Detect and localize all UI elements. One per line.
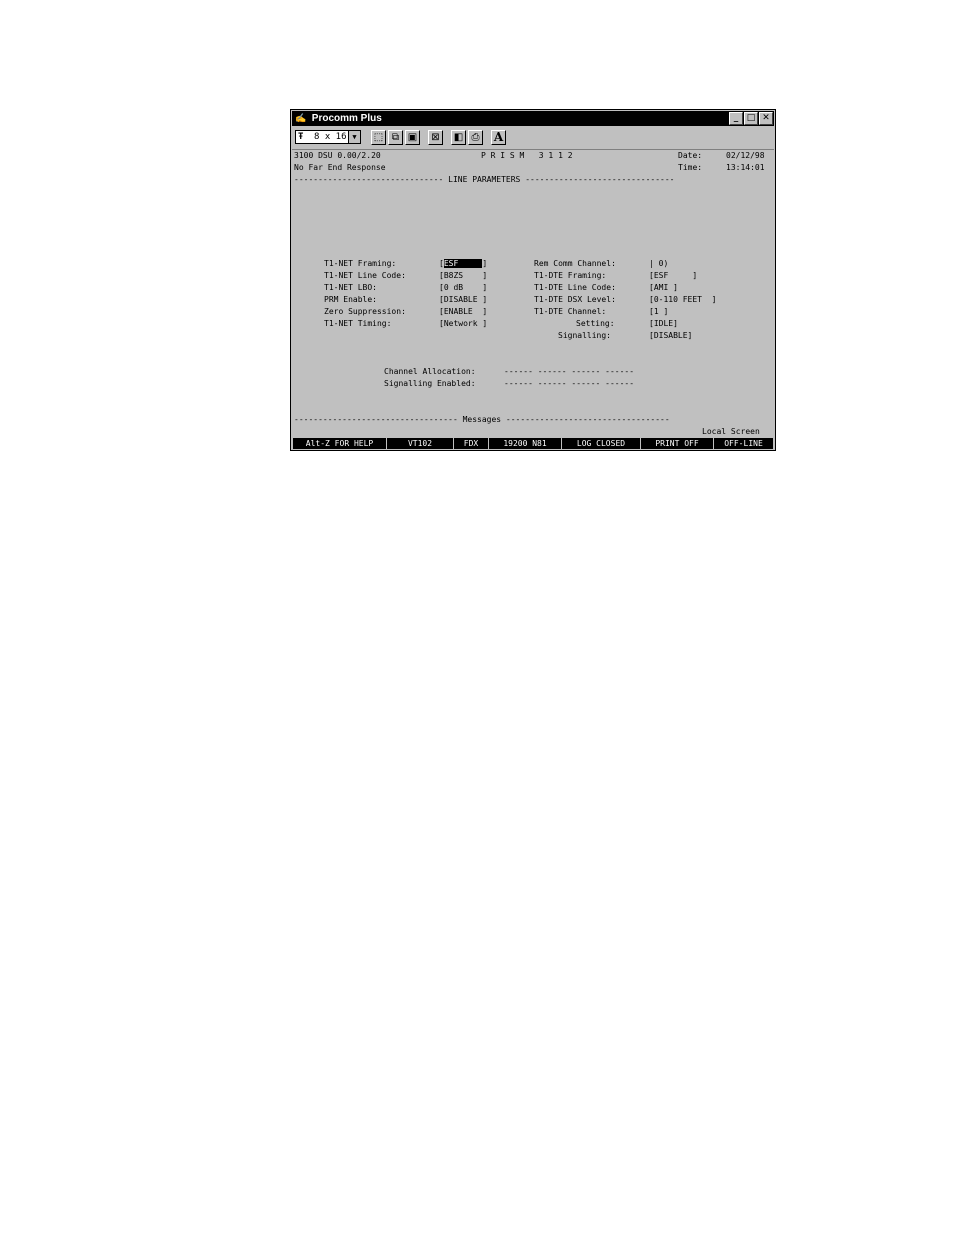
- camera-icon: ◧: [453, 132, 464, 143]
- t1-net-lbo-label: T1-NET LBO:: [324, 283, 377, 292]
- font-letter-icon: A: [493, 130, 504, 144]
- time-value: 13:14:01: [726, 163, 765, 172]
- screen-capture-button[interactable]: ◧: [451, 130, 466, 145]
- header-product: P R I S M 3 1 1 2: [481, 151, 573, 160]
- status-online[interactable]: OFF-LINE: [714, 438, 773, 449]
- select-area-button[interactable]: ⬚: [371, 130, 386, 145]
- signalling-enabled-value[interactable]: ------ ------ ------ ------: [504, 379, 634, 389]
- prm-enable-label: PRM Enable:: [324, 295, 377, 304]
- setting-field[interactable]: [IDLE]: [649, 319, 678, 329]
- t1-dte-framing-field[interactable]: [ESF ]: [649, 271, 697, 281]
- procomm-app-icon[interactable]: ✍: [295, 111, 307, 126]
- t1-dte-framing-label: T1-DTE Framing:: [534, 271, 607, 280]
- t1-net-framing-label: T1-NET Framing:: [324, 259, 397, 268]
- title-bar[interactable]: ✍ Procomm Plus _ □ ✕: [292, 111, 774, 126]
- printer-icon: ⎙: [471, 132, 480, 143]
- t1-net-line-code-field[interactable]: [B8ZS ]: [439, 271, 487, 281]
- header-model: 3100 DSU 0.00/2.20: [294, 151, 381, 160]
- date-label: Date:: [678, 151, 703, 160]
- print-button[interactable]: ⎙: [468, 130, 483, 145]
- t1-dte-dsx-level-field[interactable]: [0-110 FEET ]: [649, 295, 716, 305]
- rem-comm-channel-field[interactable]: | 0): [649, 259, 668, 269]
- t1-dte-channel-label: T1-DTE Channel:: [534, 307, 607, 316]
- chevron-down-icon[interactable]: ▼: [348, 131, 360, 143]
- status-baud[interactable]: 19200 N81: [489, 438, 562, 449]
- channel-allocation-value[interactable]: ------ ------ ------ ------: [504, 367, 634, 377]
- paste-button[interactable]: ▣: [405, 130, 420, 145]
- setting-label: Setting:: [576, 319, 615, 328]
- t1-net-line-code-label: T1-NET Line Code:: [324, 271, 406, 280]
- zero-suppression-label: Zero Suppression:: [324, 307, 406, 316]
- fit-screen-icon: ⊠: [431, 132, 440, 143]
- status-emulation[interactable]: VT102: [387, 438, 454, 449]
- procomm-window: ✍ Procomm Plus _ □ ✕ Ŧ 8 x 16 ▼ ⬚ ⧉ ▣ ⊠ …: [290, 109, 776, 451]
- prm-enable-field[interactable]: [DISABLE ]: [439, 295, 487, 305]
- t1-dte-channel-field[interactable]: [1 ]: [649, 307, 668, 317]
- time-label: Time:: [678, 163, 703, 172]
- date-value: 02/12/98: [726, 151, 765, 160]
- paste-icon: ▣: [407, 132, 418, 143]
- status-bar: Alt-Z FOR HELP VT102 FDX 19200 N81 LOG C…: [293, 438, 773, 449]
- status-log[interactable]: LOG CLOSED: [562, 438, 641, 449]
- t1-dte-line-code-label: T1-DTE Line Code:: [534, 283, 616, 292]
- t1-net-lbo-field[interactable]: [0 dB ]: [439, 283, 487, 293]
- t1-dte-line-code-field[interactable]: [AMI ]: [649, 283, 678, 293]
- marquee-icon: ⬚: [373, 132, 384, 143]
- font-size-value: 8 x 16: [314, 132, 347, 142]
- status-print[interactable]: PRINT OFF: [641, 438, 714, 449]
- t1-net-framing-field[interactable]: [ESF ]: [439, 259, 487, 269]
- header-status: No Far End Response: [294, 163, 386, 172]
- close-button[interactable]: ✕: [759, 112, 773, 125]
- zero-suppression-field[interactable]: [ENABLE ]: [439, 307, 487, 317]
- signalling-enabled-label: Signalling Enabled:: [384, 379, 476, 388]
- font-button[interactable]: A: [491, 130, 506, 145]
- t1-net-timing-label: T1-NET Timing:: [324, 319, 392, 328]
- toolbar: Ŧ 8 x 16 ▼ ⬚ ⧉ ▣ ⊠ ◧ ⎙ A: [292, 127, 774, 150]
- window-title: Procomm Plus: [311, 113, 382, 124]
- channel-allocation-label: Channel Allocation:: [384, 367, 476, 376]
- minimize-button[interactable]: _: [729, 112, 743, 125]
- copy-button[interactable]: ⧉: [388, 130, 403, 145]
- status-help[interactable]: Alt-Z FOR HELP: [293, 438, 387, 449]
- font-size-select[interactable]: Ŧ 8 x 16 ▼: [295, 130, 361, 144]
- section-header-line-parameters: ------------------------------- LINE PAR…: [294, 175, 675, 184]
- local-screen-label: Local Screen: [702, 427, 760, 436]
- terminal-screen[interactable]: 3100 DSU 0.00/2.20 P R I S M 3 1 1 2 Dat…: [294, 151, 773, 438]
- fit-screen-button[interactable]: ⊠: [428, 130, 443, 145]
- maximize-button[interactable]: □: [744, 112, 758, 125]
- t1-dte-dsx-level-label: T1-DTE DSX Level:: [534, 295, 616, 304]
- t1-net-framing-value[interactable]: ESF: [443, 259, 483, 268]
- status-duplex[interactable]: FDX: [454, 438, 489, 449]
- messages-header: ---------------------------------- Messa…: [294, 415, 670, 424]
- font-icon: Ŧ: [298, 132, 304, 142]
- signalling-field[interactable]: [DISABLE]: [649, 331, 692, 341]
- rem-comm-channel-label: Rem Comm Channel:: [534, 259, 616, 268]
- signalling-label: Signalling:: [558, 331, 611, 340]
- copy-icon: ⧉: [391, 132, 400, 143]
- window-controls: _ □ ✕: [729, 112, 773, 125]
- t1-net-timing-field[interactable]: [Network ]: [439, 319, 487, 329]
